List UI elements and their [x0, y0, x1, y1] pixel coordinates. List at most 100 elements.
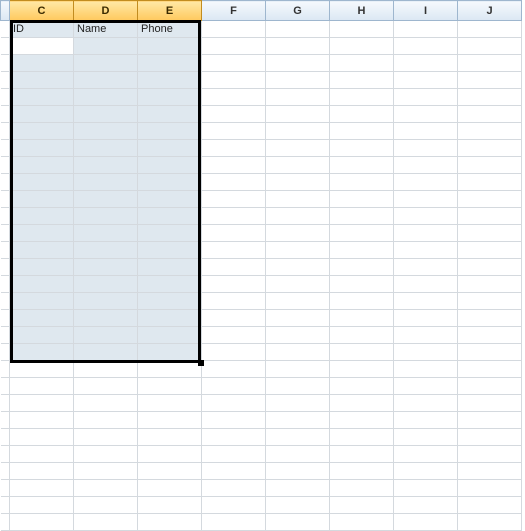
- cell[interactable]: [74, 395, 138, 412]
- cell[interactable]: [74, 106, 138, 123]
- cell[interactable]: [330, 89, 394, 106]
- cell[interactable]: [74, 89, 138, 106]
- cell[interactable]: [202, 106, 266, 123]
- cell[interactable]: [458, 412, 522, 429]
- cell-blank[interactable]: [1, 106, 10, 123]
- cell[interactable]: [330, 242, 394, 259]
- cell-blank[interactable]: [1, 157, 10, 174]
- cell[interactable]: [10, 276, 74, 293]
- cell-blank[interactable]: [1, 395, 10, 412]
- cell[interactable]: [74, 361, 138, 378]
- cell-blank[interactable]: [1, 259, 10, 276]
- cell[interactable]: [394, 106, 458, 123]
- cell[interactable]: [330, 157, 394, 174]
- cell-e2[interactable]: [138, 38, 202, 55]
- cell[interactable]: [330, 72, 394, 89]
- col-header-partial[interactable]: [1, 1, 10, 21]
- cell[interactable]: [74, 429, 138, 446]
- cell[interactable]: [10, 497, 74, 514]
- cell[interactable]: [138, 378, 202, 395]
- cell[interactable]: [394, 208, 458, 225]
- cell[interactable]: [74, 480, 138, 497]
- cell[interactable]: [10, 191, 74, 208]
- cell[interactable]: [330, 208, 394, 225]
- cell[interactable]: [458, 293, 522, 310]
- cell[interactable]: [394, 293, 458, 310]
- cell[interactable]: [266, 344, 330, 361]
- cell[interactable]: [74, 225, 138, 242]
- cell[interactable]: [458, 480, 522, 497]
- cell[interactable]: [266, 72, 330, 89]
- cell[interactable]: [138, 395, 202, 412]
- cell[interactable]: [394, 327, 458, 344]
- col-header-h[interactable]: H: [330, 1, 394, 21]
- cell[interactable]: [202, 327, 266, 344]
- cell[interactable]: [202, 242, 266, 259]
- cell[interactable]: [10, 480, 74, 497]
- cell-blank[interactable]: [1, 140, 10, 157]
- cell[interactable]: [138, 310, 202, 327]
- cell[interactable]: [138, 463, 202, 480]
- cell[interactable]: [394, 429, 458, 446]
- cell[interactable]: [330, 259, 394, 276]
- cell-c1[interactable]: ID: [10, 21, 74, 38]
- cell[interactable]: [394, 55, 458, 72]
- cell[interactable]: [138, 429, 202, 446]
- cell[interactable]: [330, 310, 394, 327]
- cell[interactable]: [330, 191, 394, 208]
- cell[interactable]: [266, 327, 330, 344]
- cell[interactable]: [202, 123, 266, 140]
- cell[interactable]: [10, 123, 74, 140]
- cell[interactable]: [330, 463, 394, 480]
- cell[interactable]: [266, 276, 330, 293]
- cell[interactable]: [394, 276, 458, 293]
- cell[interactable]: [74, 463, 138, 480]
- cell[interactable]: [10, 310, 74, 327]
- cell[interactable]: [138, 123, 202, 140]
- cell[interactable]: [266, 191, 330, 208]
- cell[interactable]: [266, 412, 330, 429]
- cell[interactable]: [394, 191, 458, 208]
- cell[interactable]: [74, 174, 138, 191]
- cell[interactable]: [266, 463, 330, 480]
- cell[interactable]: [458, 463, 522, 480]
- cell[interactable]: [74, 191, 138, 208]
- cell[interactable]: [266, 242, 330, 259]
- cell[interactable]: [330, 497, 394, 514]
- cell[interactable]: [394, 123, 458, 140]
- cell[interactable]: [10, 259, 74, 276]
- cell[interactable]: [138, 480, 202, 497]
- col-header-g[interactable]: G: [266, 1, 330, 21]
- cell[interactable]: [138, 106, 202, 123]
- cell[interactable]: [266, 361, 330, 378]
- cell[interactable]: [10, 378, 74, 395]
- cell[interactable]: [74, 242, 138, 259]
- cell[interactable]: [10, 89, 74, 106]
- cell[interactable]: [10, 106, 74, 123]
- cell[interactable]: [74, 378, 138, 395]
- cell[interactable]: [138, 412, 202, 429]
- cell-d1[interactable]: Name: [74, 21, 138, 38]
- cell[interactable]: [202, 361, 266, 378]
- cell[interactable]: [10, 429, 74, 446]
- cell[interactable]: [394, 225, 458, 242]
- cell-e1[interactable]: Phone: [138, 21, 202, 38]
- cell[interactable]: [394, 310, 458, 327]
- cell[interactable]: [202, 140, 266, 157]
- cell[interactable]: [330, 361, 394, 378]
- cell[interactable]: [202, 55, 266, 72]
- cell[interactable]: [202, 89, 266, 106]
- cell-blank[interactable]: [1, 242, 10, 259]
- cell[interactable]: [266, 259, 330, 276]
- cell[interactable]: [458, 106, 522, 123]
- cell[interactable]: [266, 225, 330, 242]
- cell[interactable]: [330, 412, 394, 429]
- cell[interactable]: [330, 225, 394, 242]
- cell[interactable]: [138, 293, 202, 310]
- cell[interactable]: [330, 446, 394, 463]
- cell[interactable]: [266, 140, 330, 157]
- cell-j1[interactable]: [458, 21, 522, 38]
- col-header-c[interactable]: C: [10, 1, 74, 21]
- cell[interactable]: [394, 72, 458, 89]
- cell[interactable]: [10, 327, 74, 344]
